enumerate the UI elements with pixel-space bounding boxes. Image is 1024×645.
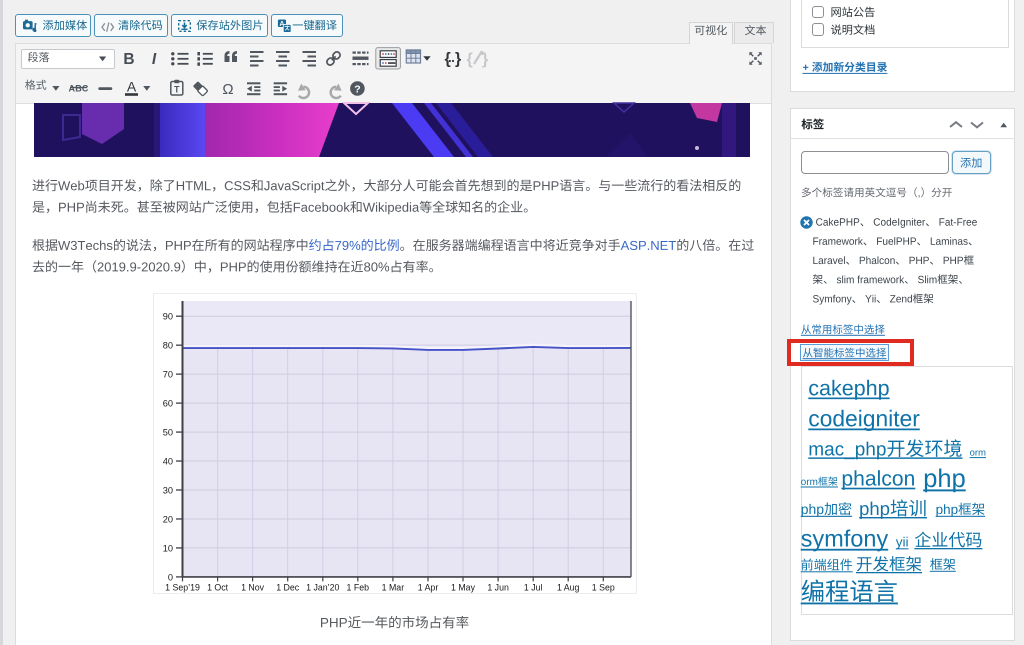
svg-text:1 May: 1 May: [451, 582, 476, 592]
svg-text:80: 80: [163, 341, 173, 351]
svg-text:70: 70: [163, 370, 173, 380]
svg-text:1 Dec: 1 Dec: [276, 582, 300, 592]
svg-text:10: 10: [163, 543, 173, 553]
svg-text:Ω: Ω: [222, 81, 233, 98]
svg-text:I: I: [152, 51, 157, 68]
svg-text:T: T: [174, 85, 180, 95]
svg-text:40: 40: [163, 456, 173, 466]
svg-text:1 Sep: 1 Sep: [592, 582, 615, 592]
svg-text:30: 30: [163, 485, 173, 495]
svg-text:1 Jan’20: 1 Jan’20: [306, 582, 339, 592]
svg-text:1 Feb: 1 Feb: [347, 582, 370, 592]
svg-text:}: }: [455, 51, 461, 68]
svg-text:A: A: [127, 79, 137, 95]
svg-text:{: {: [445, 51, 451, 68]
svg-text:1 Jul: 1 Jul: [524, 582, 543, 592]
svg-text:ABC: ABC: [69, 83, 89, 93]
svg-text:50: 50: [163, 427, 173, 437]
svg-text:?: ?: [354, 83, 360, 95]
svg-text:0: 0: [168, 572, 173, 582]
svg-text:}: }: [482, 51, 488, 68]
svg-text:90: 90: [163, 312, 173, 322]
svg-text:1 Apr: 1 Apr: [418, 582, 439, 592]
svg-text:1 Aug: 1 Aug: [557, 582, 580, 592]
svg-text:B: B: [123, 51, 134, 68]
svg-text:60: 60: [163, 399, 173, 409]
svg-text:1 Sep’19: 1 Sep’19: [165, 582, 200, 592]
svg-text:1 Mar: 1 Mar: [382, 582, 405, 592]
svg-text:1 Jun: 1 Jun: [487, 582, 509, 592]
svg-text:{: {: [467, 51, 473, 68]
svg-text:1 Oct: 1 Oct: [207, 582, 229, 592]
svg-text:20: 20: [163, 514, 173, 524]
svg-text:1 Nov: 1 Nov: [241, 582, 265, 592]
